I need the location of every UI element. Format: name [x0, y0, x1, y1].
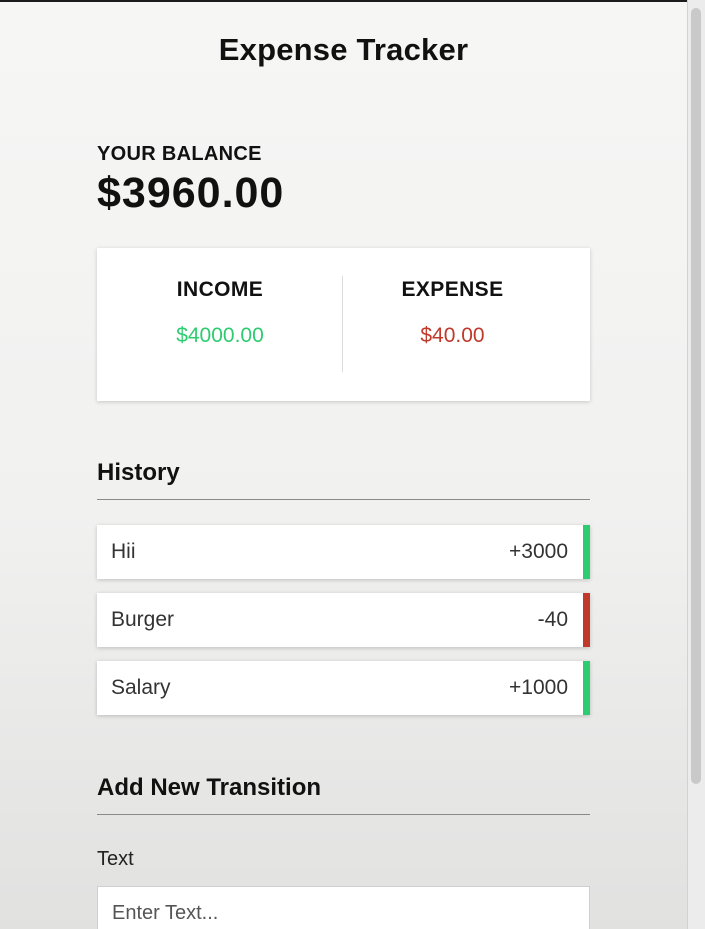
text-field-label: Text [97, 848, 134, 870]
history-item-amount: +3000 [509, 540, 568, 563]
history-list: Hii +3000 Burger -40 Salary +1000 [97, 525, 590, 729]
balance-amount: $3960.00 [97, 169, 285, 217]
text-input[interactable] [97, 886, 590, 929]
add-transaction-heading: Add New Transition [97, 774, 590, 815]
history-item-text: Hii [111, 540, 136, 563]
page-title: Expense Tracker [218, 32, 469, 67]
expense-label: EXPENSE [401, 278, 504, 301]
history-heading: History [97, 459, 590, 500]
balance-label: YOUR BALANCE [97, 143, 262, 165]
history-item-text: Salary [111, 676, 171, 699]
expense-section: EXPENSE $40.00 [343, 248, 562, 401]
income-expense-card: INCOME $4000.00 EXPENSE $40.00 [97, 248, 590, 401]
scrollbar-thumb[interactable] [691, 8, 701, 784]
history-item[interactable]: Burger -40 [97, 593, 590, 647]
income-value: $4000.00 [176, 324, 264, 347]
expense-value: $40.00 [420, 324, 485, 347]
history-item-amount: +1000 [509, 676, 568, 699]
income-section: INCOME $4000.00 [97, 248, 343, 401]
scrollbar-track[interactable] [687, 0, 705, 929]
history-item-text: Burger [111, 608, 175, 631]
income-label: INCOME [176, 278, 264, 301]
history-item[interactable]: Salary +1000 [97, 661, 590, 715]
history-item[interactable]: Hii +3000 [97, 525, 590, 579]
history-item-amount: -40 [537, 608, 568, 631]
window-top-edge [0, 0, 705, 2]
